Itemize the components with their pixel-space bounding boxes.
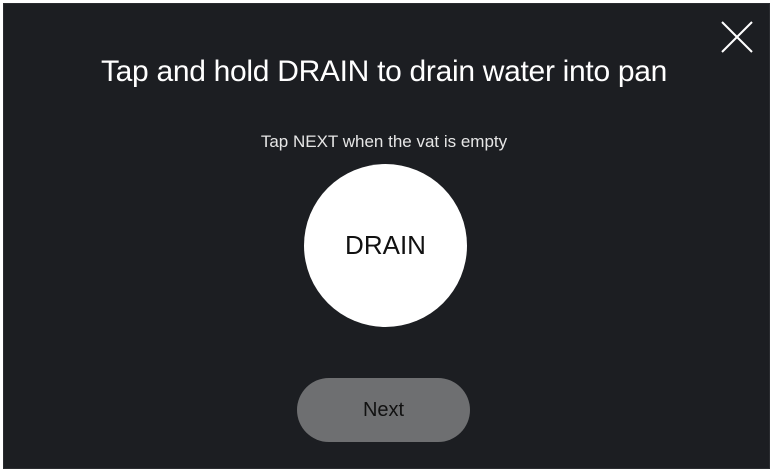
- drain-button[interactable]: DRAIN: [304, 164, 467, 327]
- next-button[interactable]: Next: [297, 378, 470, 442]
- drain-dialog: Tap and hold DRAIN to drain water into p…: [3, 3, 770, 469]
- instruction-subtitle: Tap NEXT when the vat is empty: [260, 132, 508, 151]
- instruction-title: Tap and hold DRAIN to drain water into p…: [100, 55, 668, 88]
- close-button[interactable]: [718, 18, 756, 56]
- close-icon: [721, 21, 753, 53]
